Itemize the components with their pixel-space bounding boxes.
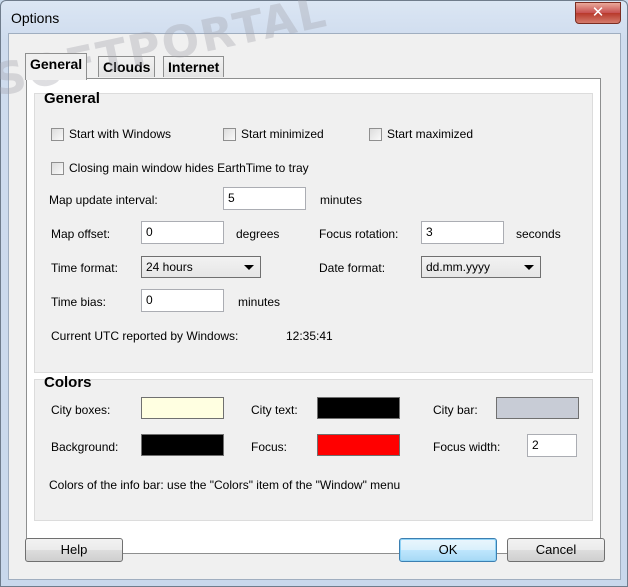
checkbox-box[interactable] [369, 127, 382, 141]
time-bias-unit: minutes [238, 295, 281, 309]
close-icon: ✕ [591, 3, 605, 21]
tab-clouds-label: Clouds [103, 59, 151, 75]
ok-button[interactable]: OK [399, 538, 497, 562]
utc-value: 12:35:41 [286, 329, 333, 343]
focus-rotation-unit: seconds [516, 227, 561, 241]
time-format-label: Time format: [51, 261, 118, 275]
date-format-select[interactable]: dd.mm.yyyy [421, 256, 541, 278]
time-bias-label: Time bias: [51, 295, 106, 309]
general-group: General Start with Windows Start minimiz… [34, 90, 593, 373]
tab-clouds[interactable]: Clouds [98, 56, 156, 77]
map-offset-unit: degrees [236, 227, 280, 241]
help-button[interactable]: Help [25, 538, 123, 562]
map-offset-input[interactable]: 0 [141, 221, 224, 244]
dialog-client-area: General Clouds Internet General Start wi… [8, 33, 621, 580]
focus-swatch[interactable] [317, 434, 400, 456]
closing-hides-checkbox[interactable]: Closing main window hides EarthTime to t… [51, 161, 309, 175]
close-button[interactable]: ✕ [575, 2, 621, 24]
checkbox-box[interactable] [223, 127, 236, 141]
info-bar-note: Colors of the info bar: use the "Colors"… [49, 478, 401, 492]
city-bar-swatch[interactable] [496, 397, 579, 419]
checkbox-box[interactable] [51, 127, 64, 141]
start-minimized-label: Start minimized [241, 127, 324, 141]
time-format-value: 24 hours [146, 260, 193, 274]
colors-group-title: Colors [44, 374, 92, 391]
tab-internet-label: Internet [168, 59, 220, 75]
closing-hides-label: Closing main window hides EarthTime to t… [69, 161, 309, 175]
city-text-swatch[interactable] [317, 397, 400, 419]
tab-general[interactable]: General [25, 53, 88, 80]
start-minimized-checkbox[interactable]: Start minimized [223, 127, 324, 141]
map-update-input[interactable]: 5 [223, 187, 306, 210]
time-format-select[interactable]: 24 hours [141, 256, 261, 278]
background-swatch[interactable] [141, 434, 224, 456]
background-label: Background: [51, 440, 119, 454]
city-text-label: City text: [251, 403, 298, 417]
focus-rotation-label: Focus rotation: [319, 227, 399, 241]
cancel-button[interactable]: Cancel [507, 538, 605, 562]
city-bar-label: City bar: [433, 403, 478, 417]
focus-width-label: Focus width: [433, 440, 501, 454]
general-tab-panel: General Start with Windows Start minimiz… [26, 78, 601, 554]
start-maximized-label: Start maximized [387, 127, 474, 141]
window-title: Options [11, 10, 60, 26]
map-update-label: Map update interval: [49, 193, 158, 207]
general-group-title: General [44, 90, 100, 107]
chevron-down-icon [244, 265, 254, 270]
city-boxes-label: City boxes: [51, 403, 111, 417]
date-format-label: Date format: [319, 261, 386, 275]
tab-internet[interactable]: Internet [163, 56, 225, 77]
utc-label: Current UTC reported by Windows: [51, 329, 239, 343]
city-boxes-swatch[interactable] [141, 397, 224, 419]
time-bias-input[interactable]: 0 [141, 289, 224, 312]
options-dialog: Options ✕ General Clouds Internet Genera… [0, 0, 628, 587]
focus-width-input[interactable]: 2 [527, 434, 577, 457]
colors-group: Colors City boxes: City text: City bar: … [34, 374, 593, 521]
start-maximized-checkbox[interactable]: Start maximized [369, 127, 473, 141]
focus-label: Focus: [251, 440, 288, 454]
map-update-unit: minutes [320, 193, 363, 207]
start-with-windows-label: Start with Windows [69, 127, 172, 141]
tab-general-label: General [30, 56, 83, 72]
map-offset-label: Map offset: [51, 227, 111, 241]
date-format-value: dd.mm.yyyy [426, 260, 491, 274]
checkbox-box[interactable] [51, 161, 64, 175]
focus-rotation-input[interactable]: 3 [421, 221, 504, 244]
start-with-windows-checkbox[interactable]: Start with Windows [51, 127, 171, 141]
chevron-down-icon [524, 265, 534, 270]
